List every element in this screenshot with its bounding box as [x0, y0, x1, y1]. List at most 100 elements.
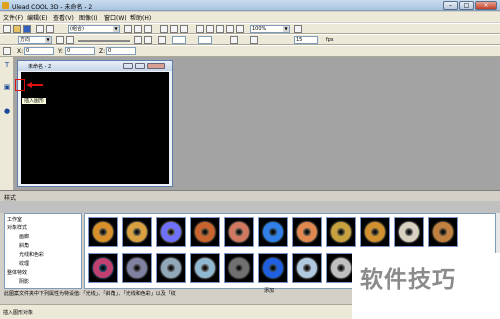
keyframe-add-icon[interactable] — [134, 36, 142, 44]
y-field[interactable]: 0 — [65, 47, 95, 55]
rotate-icon[interactable] — [124, 25, 132, 33]
x-label: X: — [17, 48, 24, 55]
new-file-icon[interactable] — [3, 25, 11, 33]
size-icon[interactable] — [144, 25, 152, 33]
style-thumbnail[interactable] — [190, 217, 220, 247]
stop-icon[interactable] — [226, 25, 234, 33]
zoom-combo[interactable]: 100% ▼ — [250, 25, 290, 33]
style-thumbnail[interactable] — [326, 217, 356, 247]
tree-item[interactable]: 阴影 — [19, 278, 29, 285]
style-thumbnail[interactable] — [292, 217, 322, 247]
render-icon[interactable] — [180, 25, 188, 33]
menu-image[interactable]: 图像(I) — [79, 13, 97, 22]
tree-item[interactable]: 对象样式 — [7, 224, 27, 231]
menu-view[interactable]: 查看(V) — [53, 13, 74, 22]
ring-preview-icon — [263, 258, 283, 278]
redo-icon[interactable] — [46, 25, 54, 33]
frame-total-field[interactable] — [198, 36, 212, 44]
doc-maximize-button[interactable] — [135, 63, 145, 69]
menu-bar: 文件(F) 编辑(E) 查看(V) 图像(I) 窗口(W) 帮助(H) — [0, 12, 500, 22]
chevron-down-icon: ▼ — [45, 37, 51, 43]
ring-preview-icon — [331, 258, 351, 278]
style-thumbnail[interactable] — [258, 217, 288, 247]
move-icon[interactable] — [134, 25, 142, 33]
style-thumbnail[interactable] — [122, 253, 152, 283]
open-folder-icon[interactable] — [13, 25, 21, 33]
style-panel-header: 样式 — [0, 190, 500, 202]
window-title: Ulead COOL 3D - 未命名 - 2 — [12, 4, 93, 11]
ring-preview-icon — [263, 222, 283, 242]
x-field[interactable]: 0 — [24, 47, 54, 55]
tree-item[interactable]: 斜角 — [19, 242, 29, 249]
style-thumbnail[interactable] — [394, 217, 424, 247]
fps-label: fps — [326, 37, 334, 43]
frame-icon[interactable] — [230, 36, 238, 44]
tree-item[interactable]: 工作室 — [7, 216, 22, 223]
first-frame-icon[interactable] — [196, 25, 204, 33]
doc-close-button[interactable] — [147, 63, 165, 69]
object-combo[interactable]: (组合) ▼ — [68, 25, 120, 33]
style-thumbnail[interactable] — [224, 217, 254, 247]
play-icon[interactable] — [216, 25, 224, 33]
style-thumbnail[interactable] — [360, 217, 390, 247]
frame-field[interactable] — [172, 36, 186, 44]
prev-frame-icon[interactable] — [206, 25, 214, 33]
tree-item[interactable]: 纹理 — [19, 260, 29, 267]
insert-shape-icon[interactable]: ▣ — [2, 82, 12, 92]
ring-preview-icon — [161, 222, 181, 242]
menu-file[interactable]: 文件(F) — [3, 13, 23, 22]
style-thumbnail[interactable] — [156, 217, 186, 247]
gallery-description: 此图案文件夹中下列属性为特设值:「光线」、「斜角」、「光线和色彩」以及「纹 — [4, 291, 176, 297]
document-title: 未命名 - 2 — [28, 64, 52, 70]
watermark: 软件技巧 — [352, 253, 500, 319]
highlight-box — [15, 79, 25, 91]
style-thumbnail[interactable] — [224, 253, 254, 283]
z-label: Z: — [99, 48, 106, 55]
style-thumbnail[interactable] — [156, 253, 186, 283]
ring-preview-icon — [229, 222, 249, 242]
location-icon[interactable] — [3, 47, 11, 55]
text-tool-icon[interactable]: T — [2, 60, 12, 70]
style-thumbnail[interactable] — [292, 253, 322, 283]
add-button[interactable]: 添加 — [264, 287, 274, 294]
globe-icon[interactable]: ● — [2, 106, 12, 116]
light-icon[interactable] — [170, 25, 178, 33]
size-field[interactable]: 15 — [294, 36, 318, 44]
toolbar-standard: (组合) ▼ 100% ▼ — [0, 23, 500, 34]
render-canvas[interactable] — [21, 72, 169, 184]
style-thumbnail[interactable] — [428, 217, 458, 247]
style-thumbnail[interactable] — [258, 253, 288, 283]
ease-icon[interactable] — [158, 36, 166, 44]
menu-help[interactable]: 帮助(H) — [130, 13, 151, 22]
menu-window[interactable]: 窗口(W) — [104, 13, 127, 22]
style-thumbnail[interactable] — [190, 253, 220, 283]
maximize-button[interactable]: □ — [459, 1, 474, 10]
watermark-text: 软件技巧 — [360, 267, 456, 293]
style-thumbnail[interactable] — [88, 253, 118, 283]
red-arrow-tail — [31, 84, 43, 86]
italic-icon[interactable] — [66, 36, 74, 44]
help-icon[interactable] — [294, 25, 302, 33]
keyframe-remove-icon[interactable] — [144, 36, 152, 44]
close-button[interactable]: × — [475, 1, 497, 10]
tree-item[interactable]: 整体特效 — [7, 269, 27, 276]
tree-item[interactable]: 光线和色彩 — [19, 251, 44, 258]
save-icon[interactable] — [23, 25, 31, 33]
font-combo[interactable]: 方向 ▼ — [18, 36, 52, 44]
undo-icon[interactable] — [36, 25, 44, 33]
camera-icon[interactable] — [160, 25, 168, 33]
snap-icon[interactable] — [250, 36, 258, 44]
timeline-slider[interactable] — [78, 40, 130, 42]
loop-icon[interactable] — [236, 25, 244, 33]
ring-preview-icon — [93, 258, 113, 278]
doc-minimize-button[interactable] — [123, 63, 133, 69]
chevron-down-icon: ▼ — [113, 26, 119, 32]
bold-icon[interactable] — [56, 36, 64, 44]
style-thumbnail[interactable] — [88, 217, 118, 247]
status-text: 插入图形对象 — [3, 310, 34, 316]
style-thumbnail[interactable] — [122, 217, 152, 247]
menu-edit[interactable]: 编辑(E) — [27, 13, 47, 22]
tree-item[interactable]: 画廊 — [19, 233, 29, 240]
minimize-button[interactable]: – — [443, 1, 458, 10]
z-field[interactable]: 0 — [106, 47, 136, 55]
